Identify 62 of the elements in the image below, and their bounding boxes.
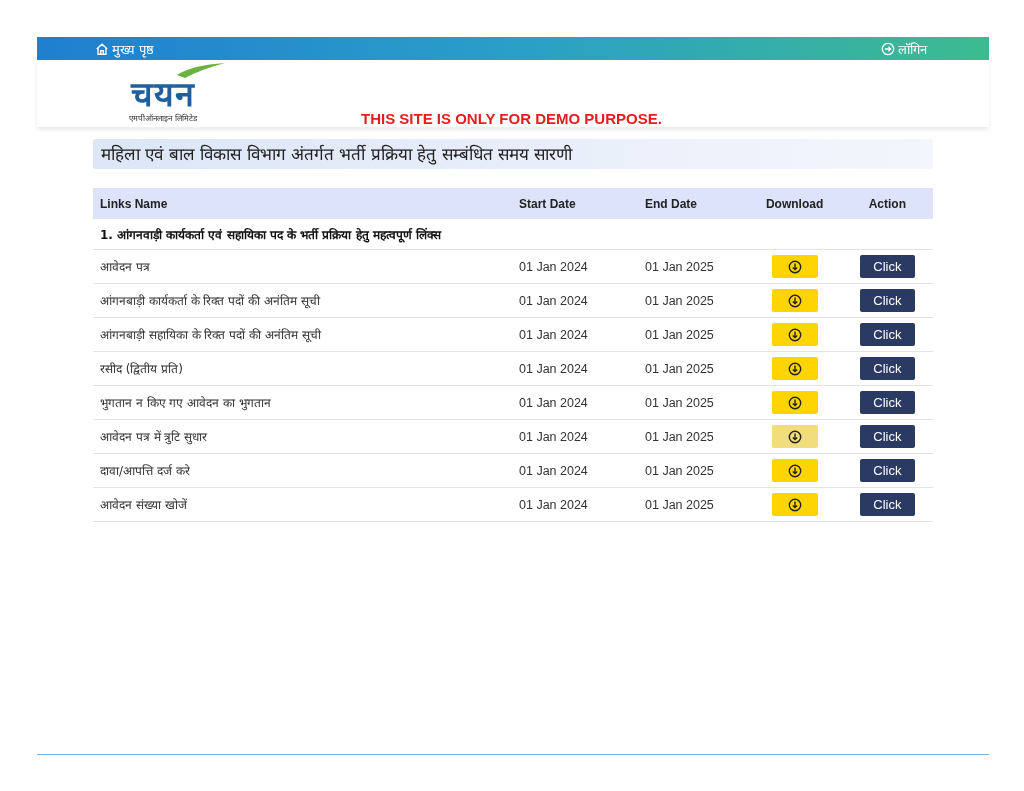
end-date-cell: 01 Jan 2025 [638, 487, 748, 522]
start-date-cell: 01 Jan 2024 [512, 487, 638, 522]
column-header: Action [841, 188, 933, 219]
end-date-cell: 01 Jan 2025 [638, 351, 748, 386]
home-icon [95, 41, 109, 56]
arrow-circle-icon [881, 41, 895, 56]
link-name-cell: आंगनबाड़ी सहायिका के रिक्त पदों की अनंतिम सूची [93, 317, 512, 352]
start-date-cell: 01 Jan 2024 [512, 419, 638, 454]
download-icon [787, 395, 802, 410]
start-date-cell: 01 Jan 2024 [512, 385, 638, 420]
link-name-cell: रसीद (द्वितीय प्रति) [93, 351, 512, 386]
click-button[interactable]: Click [859, 459, 915, 482]
download-button[interactable] [771, 289, 818, 312]
click-button[interactable]: Click [859, 425, 915, 448]
download-icon [787, 463, 802, 478]
logo-subtitle: एमपीऑनलाइन लिमिटेड [129, 112, 197, 123]
download-button[interactable] [771, 459, 818, 482]
column-header: Links Name [93, 188, 512, 219]
download-button[interactable] [771, 493, 818, 516]
click-button[interactable]: Click [859, 289, 915, 312]
end-date-cell: 01 Jan 2025 [638, 249, 748, 284]
end-date-cell: 01 Jan 2025 [638, 385, 748, 420]
link-name-cell: आवेदन पत्र [93, 249, 512, 284]
demo-notice: THIS SITE IS ONLY FOR DEMO PURPOSE. [361, 110, 662, 127]
section-heading: 1. आंगनवाड़ी कार्यकर्ता एवं सहायिका पद के भर्ती प्रक्रिया हेतु महत्वपूर्ण लिंक्स [93, 219, 933, 250]
download-icon [787, 361, 802, 376]
download-icon [787, 497, 802, 512]
click-button[interactable]: Click [859, 323, 915, 346]
column-header: End Date [638, 188, 748, 219]
click-button[interactable]: Click [859, 255, 915, 278]
start-date-cell: 01 Jan 2024 [512, 453, 638, 488]
link-name-cell: भुगतान न किए गए आवेदन का भुगतान [93, 385, 512, 420]
column-header: Download [747, 188, 842, 219]
start-date-cell: 01 Jan 2024 [512, 317, 638, 352]
logo-wordmark: चयन [131, 76, 195, 112]
start-date-cell: 01 Jan 2024 [512, 249, 638, 284]
download-button[interactable] [771, 391, 818, 414]
click-button[interactable]: Click [859, 493, 915, 516]
check-swoosh-icon [177, 63, 225, 78]
end-date-cell: 01 Jan 2025 [638, 453, 748, 488]
download-button[interactable] [771, 425, 818, 448]
column-header: Start Date [512, 188, 638, 219]
download-icon [787, 259, 802, 274]
end-date-cell: 01 Jan 2025 [638, 283, 748, 318]
link-name-cell: दावा/आपत्ति दर्ज करे [93, 453, 512, 488]
download-icon [787, 327, 802, 342]
page-title: महिला एवं बाल विकास विभाग अंतर्गत भर्ती प्रक्रिया हेतु सम्बंधित समय सारणी [93, 139, 933, 169]
download-button[interactable] [771, 323, 818, 346]
home-link[interactable]: मुख्य पृष्ठ [95, 39, 155, 58]
download-icon [787, 293, 802, 308]
click-button[interactable]: Click [859, 391, 915, 414]
link-name-cell: आंगनबाड़ी कार्यकर्ता के रिक्त पदों की अनंतिम सूची [93, 283, 512, 318]
click-button[interactable]: Click [859, 357, 915, 380]
start-date-cell: 01 Jan 2024 [512, 351, 638, 386]
start-date-cell: 01 Jan 2024 [512, 283, 638, 318]
download-button[interactable] [771, 255, 818, 278]
download-icon [787, 429, 802, 444]
link-name-cell: आवेदन संख्या खोजें [93, 487, 512, 522]
link-name-cell: आवेदन पत्र में त्रुटि सुधार [93, 419, 512, 454]
end-date-cell: 01 Jan 2025 [638, 317, 748, 352]
download-button[interactable] [771, 357, 818, 380]
end-date-cell: 01 Jan 2025 [638, 419, 748, 454]
